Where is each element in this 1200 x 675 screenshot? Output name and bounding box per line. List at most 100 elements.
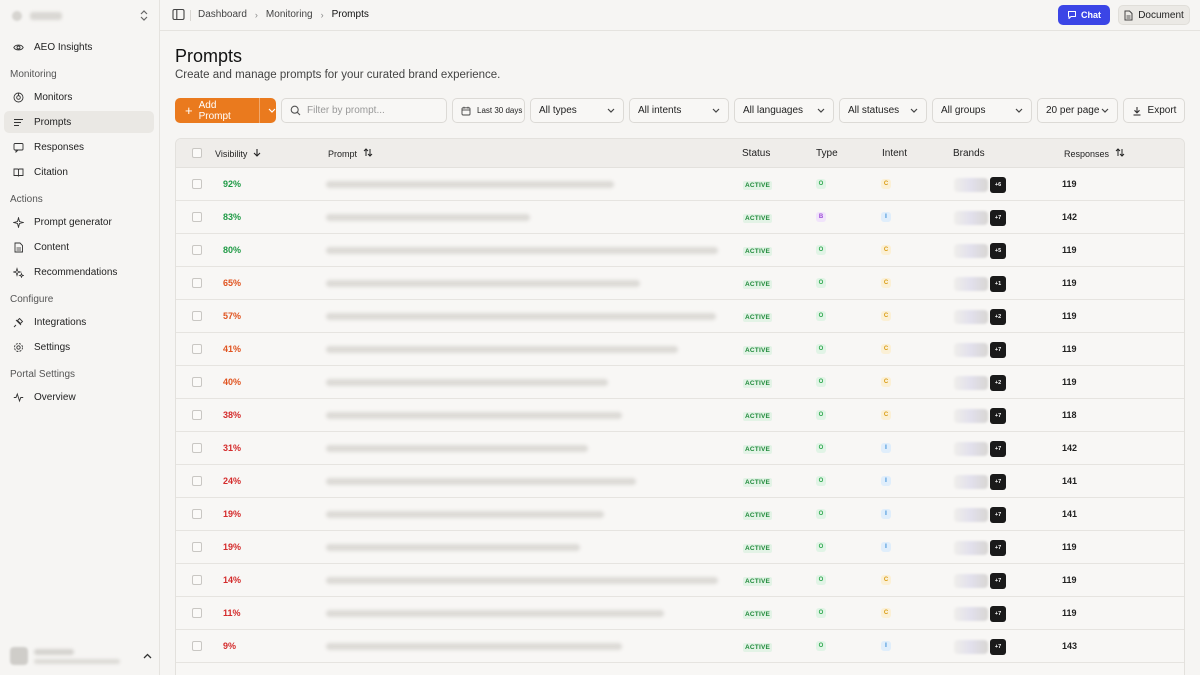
prompt-text[interactable] [326,181,614,188]
prompt-text[interactable] [326,214,530,221]
status-filter[interactable]: All statuses [839,98,927,123]
table-row[interactable]: 57% ACTIVE O C +2 119 [176,300,1184,333]
prompt-text[interactable] [326,379,608,386]
search-input[interactable] [307,105,437,116]
brands-more-badge[interactable]: +7 [990,209,1006,226]
intent-filter-label: All intents [638,105,682,116]
brands-more-badge[interactable]: +1 [990,275,1006,292]
table-row[interactable]: 40% ACTIVE O C +2 119 [176,366,1184,399]
prompt-text[interactable] [326,280,640,287]
row-checkbox[interactable] [192,179,202,189]
sidebar-item-settings[interactable]: Settings [4,336,154,358]
table-row[interactable]: 24% ACTIVE O I +7 141 [176,465,1184,498]
sidebar-item-prompts[interactable]: Prompts [4,111,154,133]
row-checkbox[interactable] [192,344,202,354]
brands-more-badge[interactable]: +7 [990,341,1006,358]
sidebar-item-prompt-generator[interactable]: Prompt generator [4,211,154,233]
table-row[interactable]: 19% ACTIVE O I +7 141 [176,498,1184,531]
table-row[interactable]: 14% ACTIVE O C +7 119 [176,564,1184,597]
chat-button[interactable]: Chat [1058,5,1110,25]
table-row[interactable]: 80% ACTIVE O C +5 119 [176,234,1184,267]
table-row[interactable]: 19% ACTIVE O I +7 119 [176,531,1184,564]
table-row[interactable]: 65% ACTIVE O C +1 119 [176,267,1184,300]
select-all-checkbox[interactable] [192,148,202,158]
table-row[interactable]: 9% ACTIVE O I +7 143 [176,630,1184,663]
sidebar-item-aeo-insights[interactable]: AEO Insights [4,36,154,58]
sidebar-item-integrations[interactable]: Integrations [4,311,154,333]
row-checkbox[interactable] [192,542,202,552]
date-range-button[interactable]: Last 30 days [452,98,525,123]
sidebar-item-overview[interactable]: Overview [4,386,154,408]
add-prompt-button[interactable]: + Add Prompt [175,98,276,123]
brands-more-badge[interactable]: +5 [990,242,1006,259]
row-checkbox[interactable] [192,212,202,222]
prompt-text[interactable] [326,511,604,518]
brands-more-badge[interactable]: +7 [990,638,1006,655]
type-badge: B [816,212,826,222]
table-row[interactable]: 38% ACTIVE O C +7 118 [176,399,1184,432]
brands-more-badge[interactable]: +7 [990,572,1006,589]
breadcrumb-monitoring[interactable]: Monitoring [266,9,313,20]
row-checkbox[interactable] [192,443,202,453]
row-checkbox[interactable] [192,476,202,486]
brands-more-badge[interactable]: +7 [990,539,1006,556]
prompt-text[interactable] [326,445,588,452]
column-prompt[interactable]: Prompt [328,148,373,160]
brand-logos: +7 [954,539,1006,556]
row-checkbox[interactable] [192,575,202,585]
row-checkbox[interactable] [192,377,202,387]
status-badge: ACTIVE [743,214,773,223]
table-row[interactable]: 41% ACTIVE O C +7 119 [176,333,1184,366]
brands-more-badge[interactable]: +7 [990,506,1006,523]
row-checkbox[interactable] [192,641,202,651]
brands-more-badge[interactable]: +2 [990,308,1006,325]
brands-more-badge[interactable]: +7 [990,605,1006,622]
breadcrumb-dashboard[interactable]: Dashboard [198,9,247,20]
group-filter[interactable]: All groups [932,98,1032,123]
table-row[interactable]: 83% ACTIVE B I +7 142 [176,201,1184,234]
row-checkbox[interactable] [192,245,202,255]
row-checkbox[interactable] [192,509,202,519]
prompt-text[interactable] [326,478,636,485]
chevron-down-icon[interactable] [268,106,276,115]
column-responses[interactable]: Responses [1064,148,1125,160]
workspace-switcher[interactable] [8,6,152,26]
table-row[interactable]: 11% ACTIVE O C +7 119 [176,597,1184,630]
prompt-text[interactable] [326,610,664,617]
user-menu[interactable] [10,645,152,667]
table-row[interactable]: 92% ACTIVE O C +6 119 [176,168,1184,201]
brands-more-badge[interactable]: +7 [990,473,1006,490]
prompt-text[interactable] [326,247,718,254]
sidebar-section-title: Portal Settings [10,369,76,380]
page-size-select[interactable]: 20 per page [1037,98,1118,123]
row-checkbox[interactable] [192,410,202,420]
sidebar-item-recommendations[interactable]: Recommendations [4,261,154,283]
row-checkbox[interactable] [192,278,202,288]
document-button[interactable]: Document [1118,5,1190,25]
intent-filter[interactable]: All intents [629,98,729,123]
sidebar-item-content[interactable]: Content [4,236,154,258]
prompt-text[interactable] [326,643,622,650]
sidebar-toggle-icon[interactable] [172,8,186,22]
brands-more-badge[interactable]: +6 [990,176,1006,193]
language-filter[interactable]: All languages [734,98,834,123]
prompt-text[interactable] [326,577,718,584]
sidebar-item-citation[interactable]: Citation [4,161,154,183]
export-button[interactable]: Export [1123,98,1185,123]
type-filter[interactable]: All types [530,98,624,123]
column-visibility[interactable]: Visibility [215,148,261,160]
row-checkbox[interactable] [192,608,202,618]
prompt-text[interactable] [326,544,580,551]
chevron-down-icon [712,106,720,115]
prompt-text[interactable] [326,313,716,320]
prompt-text[interactable] [326,346,678,353]
prompt-search[interactable] [281,98,447,123]
table-row[interactable]: 31% ACTIVE O I +7 142 [176,432,1184,465]
sidebar-item-responses[interactable]: Responses [4,136,154,158]
brands-more-badge[interactable]: +2 [990,374,1006,391]
sidebar-item-monitors[interactable]: Monitors [4,86,154,108]
brands-more-badge[interactable]: +7 [990,440,1006,457]
prompt-text[interactable] [326,412,622,419]
row-checkbox[interactable] [192,311,202,321]
brands-more-badge[interactable]: +7 [990,407,1006,424]
